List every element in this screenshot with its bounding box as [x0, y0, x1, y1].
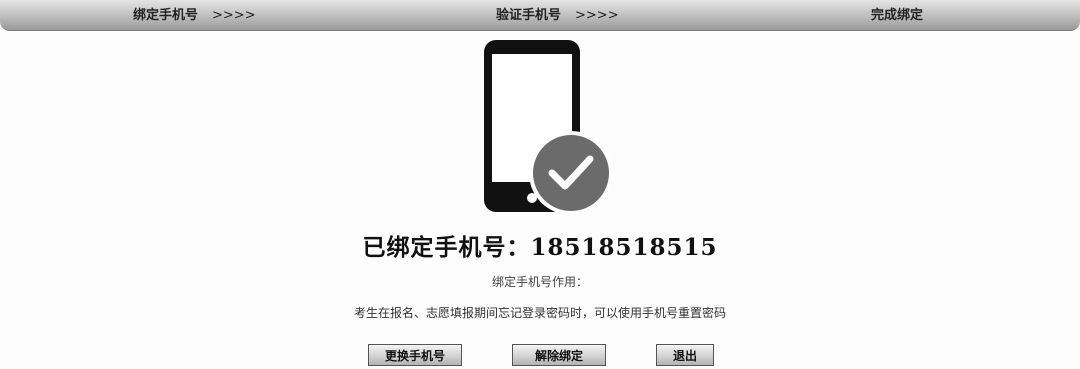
step-arrows: >>>> — [212, 8, 256, 23]
step-bind-phone: 绑定手机号 >>>> — [133, 8, 256, 24]
checkmark-circle-icon — [529, 131, 613, 215]
step-label: 完成绑定 — [871, 8, 924, 23]
bind-phone-complete-page: 绑定手机号 >>>> 验证手机号 >>>> 完成绑定 已绑定手机号：18518518… — [0, 0, 1080, 369]
step-label: 验证手机号 — [496, 8, 562, 23]
step-label: 绑定手机号 — [133, 8, 199, 23]
step-progress-bar: 绑定手机号 >>>> 验证手机号 >>>> 完成绑定 — [0, 0, 1080, 31]
bound-phone-heading: 已绑定手机号：18518518515 — [362, 234, 718, 261]
exit-button[interactable]: 退出 — [656, 344, 714, 366]
step-arrows: >>>> — [575, 8, 619, 23]
step-complete: 完成绑定 — [871, 8, 923, 24]
smartphone-icon — [484, 40, 613, 215]
usage-description: 考生在报名、志愿填报期间忘记登录密码时，可以使用手机号重置密码 — [353, 306, 726, 320]
step-verify-phone: 验证手机号 >>>> — [496, 8, 619, 24]
unbind-button[interactable]: 解除绑定 — [512, 344, 606, 366]
usage-title: 绑定手机号作用： — [491, 275, 588, 289]
change-phone-button[interactable]: 更换手机号 — [368, 344, 462, 366]
phone-bound-illustration — [470, 38, 620, 218]
